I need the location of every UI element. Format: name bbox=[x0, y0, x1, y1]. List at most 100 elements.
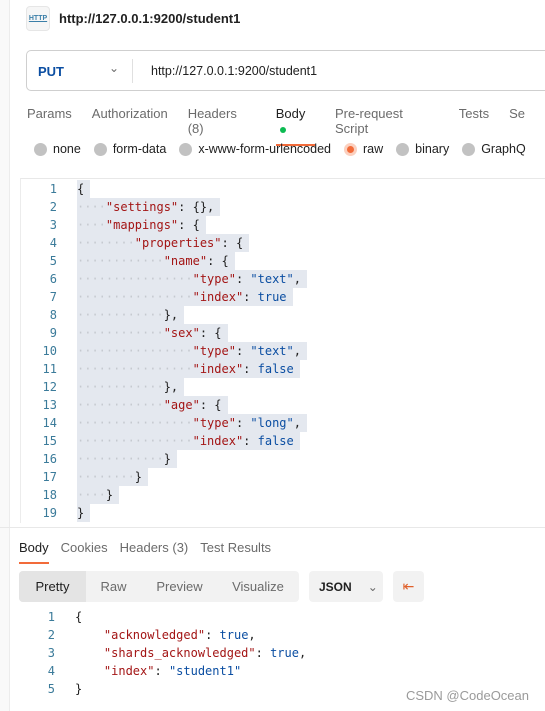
radio-binary[interactable]: binary bbox=[396, 142, 449, 156]
code-token: "text" bbox=[250, 272, 294, 286]
indent-whitespace: ············ bbox=[77, 254, 164, 268]
line-number: 17 bbox=[42, 470, 57, 484]
code-text: { bbox=[75, 608, 88, 626]
code-line: 17 ········} bbox=[21, 468, 545, 486]
indent-whitespace: ················ bbox=[77, 434, 193, 448]
view-visualize-button[interactable]: Visualize bbox=[218, 571, 298, 602]
tab-params[interactable]: Params bbox=[27, 106, 72, 146]
tab-pre-request-script[interactable]: Pre-request Script bbox=[335, 106, 439, 146]
wrap-lines-icon[interactable]: ⇤ bbox=[393, 571, 424, 602]
line-number: 5 bbox=[47, 682, 55, 696]
code-token: { bbox=[75, 610, 83, 624]
code-line: 1{ bbox=[21, 180, 545, 198]
watermark: CSDN @CodeOcean bbox=[405, 688, 529, 703]
url-input[interactable]: http://127.0.0.1:9200/student1 bbox=[151, 64, 317, 78]
code-token: "index" bbox=[192, 290, 244, 304]
chevron-down-icon[interactable]: ⌄ bbox=[109, 61, 119, 75]
tab-tests[interactable]: Tests bbox=[459, 106, 489, 146]
line-number: 12 bbox=[42, 380, 57, 394]
line-number: 14 bbox=[42, 416, 57, 430]
tab-body[interactable]: Body bbox=[275, 106, 316, 146]
radio-label: form-data bbox=[112, 142, 167, 156]
code-token: "index" bbox=[192, 362, 244, 376]
chevron-down-icon: ⌄ bbox=[367, 579, 378, 594]
code-token: "settings" bbox=[105, 200, 179, 214]
code-token: : bbox=[243, 290, 258, 304]
code-line: 8 ············}, bbox=[21, 306, 545, 324]
code-line: 19} bbox=[21, 504, 545, 522]
view-preview-button[interactable]: Preview bbox=[141, 571, 218, 602]
indent-whitespace: ········ bbox=[77, 470, 135, 484]
code-text: ····} bbox=[77, 486, 120, 504]
request-title: http://127.0.0.1:9200/student1 bbox=[59, 11, 241, 26]
code-text: "acknowledged": true, bbox=[75, 626, 262, 644]
code-token: : bbox=[205, 628, 220, 642]
request-body-editor[interactable]: 1{2 ····"settings": {}, 3 ····"mappings": {… bbox=[20, 178, 545, 523]
radio-label: x-www-form-urlencoded bbox=[198, 142, 331, 156]
line-number: 5 bbox=[49, 254, 57, 268]
line-number: 16 bbox=[42, 452, 57, 466]
indent-whitespace: ················ bbox=[77, 272, 193, 286]
line-number: 4 bbox=[49, 236, 57, 250]
tab-label: Body bbox=[19, 540, 49, 555]
radio-icon bbox=[396, 142, 410, 156]
response-tab-test-results[interactable]: Test Results bbox=[200, 540, 271, 564]
code-line: 9 ············"sex": { bbox=[21, 324, 545, 342]
view-pretty-button[interactable]: Pretty bbox=[19, 571, 86, 602]
code-token: , bbox=[293, 416, 301, 430]
radio-raw[interactable]: raw bbox=[344, 142, 383, 156]
code-text: ················"index": true bbox=[77, 288, 293, 306]
radio-graphql[interactable]: GraphQ bbox=[462, 142, 526, 156]
code-text: ················"index": false bbox=[77, 432, 300, 450]
indent-whitespace: ············ bbox=[77, 308, 164, 322]
radio-label: none bbox=[53, 142, 81, 156]
response-tab-body[interactable]: Body bbox=[19, 540, 49, 564]
code-token: "properties" bbox=[134, 236, 222, 250]
code-token: "type" bbox=[192, 272, 236, 286]
code-token: "type" bbox=[192, 344, 236, 358]
code-token: } bbox=[163, 452, 171, 466]
code-text: ····"mappings": { bbox=[77, 216, 206, 234]
code-line: 1{ bbox=[0, 608, 545, 626]
url-bar: PUT ⌄ http://127.0.0.1:9200/student1 bbox=[26, 50, 545, 91]
tab-settings[interactable]: Se bbox=[509, 106, 525, 146]
tab-label: Tests bbox=[458, 106, 490, 121]
code-token: "text" bbox=[250, 344, 294, 358]
tab-authorization[interactable]: Authorization bbox=[92, 106, 168, 146]
radio-none[interactable]: none bbox=[34, 142, 81, 156]
radio-urlencoded[interactable]: x-www-form-urlencoded bbox=[179, 142, 331, 156]
line-number: 2 bbox=[47, 628, 55, 642]
code-text: ············"age": { bbox=[77, 396, 228, 414]
code-text: ············"sex": { bbox=[77, 324, 228, 342]
code-token: false bbox=[257, 362, 294, 376]
format-select[interactable]: JSON ⌄ bbox=[309, 571, 383, 602]
code-token: , bbox=[298, 646, 307, 660]
code-line: 13 ············"age": { bbox=[21, 396, 545, 414]
tab-headers[interactable]: Headers (8) bbox=[188, 106, 256, 146]
tab-label: Pre-request Script bbox=[334, 106, 403, 136]
line-number: 11 bbox=[42, 362, 57, 376]
indent-whitespace: ············ bbox=[77, 326, 164, 340]
code-token: : {}, bbox=[178, 200, 215, 214]
code-text: ····"settings": {}, bbox=[77, 198, 221, 216]
line-number: 3 bbox=[47, 646, 55, 660]
radio-form-data[interactable]: form-data bbox=[93, 142, 167, 156]
code-text: ············"name": { bbox=[77, 252, 235, 270]
code-text: ················"type": "text", bbox=[77, 270, 307, 288]
tab-label: Se bbox=[509, 106, 525, 121]
view-raw-button[interactable]: Raw bbox=[86, 571, 141, 602]
line-number: 1 bbox=[47, 610, 55, 624]
code-token: "acknowledged" bbox=[103, 628, 206, 642]
code-token: }, bbox=[163, 380, 179, 394]
divider bbox=[0, 527, 545, 528]
response-tab-headers[interactable]: Headers (3) bbox=[120, 540, 189, 564]
method-select[interactable]: PUT bbox=[38, 64, 64, 79]
code-token: : bbox=[235, 272, 251, 286]
indent-whitespace: ············ bbox=[77, 398, 164, 412]
code-token: : { bbox=[178, 218, 200, 232]
indent-whitespace: ············ bbox=[77, 452, 164, 466]
code-line: 15 ················"index": false bbox=[21, 432, 545, 450]
code-token: : bbox=[154, 664, 169, 678]
code-text: ············} bbox=[77, 450, 177, 468]
response-tab-cookies[interactable]: Cookies bbox=[61, 540, 108, 564]
